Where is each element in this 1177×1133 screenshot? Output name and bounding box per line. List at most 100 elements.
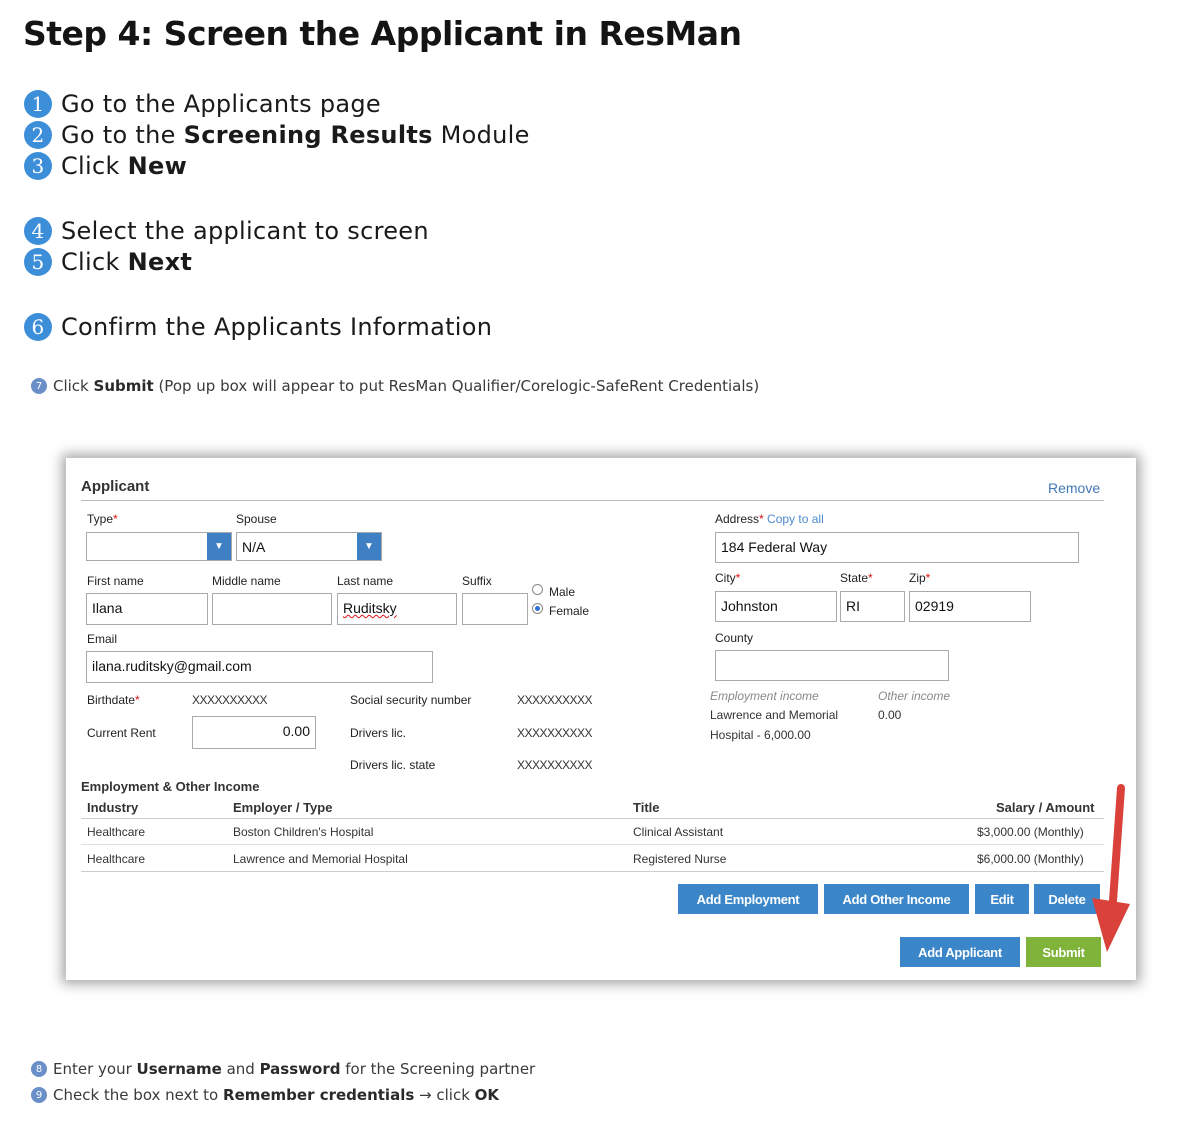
type-select[interactable]: ▼ — [86, 532, 232, 561]
male-label: Male — [549, 585, 576, 599]
step-number-badge: 3 — [24, 152, 52, 180]
add-applicant-button[interactable]: Add Applicant — [900, 937, 1020, 967]
spouse-label: Spouse — [236, 512, 277, 526]
table-cell: $6,000.00 (Monthly) — [977, 852, 1084, 866]
other-income-label: Other income — [878, 689, 951, 703]
state-field[interactable]: RI — [840, 591, 905, 622]
female-radio[interactable] — [532, 603, 543, 614]
step-7: 7 Click Submit (Pop up box will appear t… — [31, 377, 759, 395]
step-text: Go to the — [61, 121, 184, 149]
step-text: Click — [61, 152, 128, 180]
step-text-suffix: (Pop up box will appear to put ResMan Qu… — [153, 377, 760, 395]
county-label: County — [715, 631, 754, 645]
step-text: Select the applicant to screen — [61, 217, 429, 245]
step-text-mid: and — [221, 1060, 260, 1078]
current-rent-label: Current Rent — [87, 726, 156, 740]
drivers-lic-state-value: XXXXXXXXXX — [517, 758, 593, 772]
step-1: 1 Go to the Applicants page — [24, 90, 381, 118]
remove-link[interactable]: Remove — [1048, 480, 1100, 496]
birthdate-value: XXXXXXXXXX — [192, 693, 268, 707]
suffix-field[interactable] — [462, 593, 528, 625]
table-cell: Registered Nurse — [633, 852, 727, 866]
page-title: Step 4: Screen the Applicant in ResMan — [23, 14, 742, 53]
step-text: Click — [61, 248, 128, 276]
add-employment-button[interactable]: Add Employment — [678, 884, 818, 914]
step-text-suffix: Module — [432, 121, 530, 149]
employment-income-value: Lawrence and Memorial — [710, 708, 839, 722]
zip-field[interactable]: 02919 — [909, 591, 1031, 622]
male-radio[interactable] — [532, 584, 543, 595]
last-name-field[interactable]: Ruditsky — [337, 593, 457, 625]
table-cell: Healthcare — [87, 852, 146, 866]
column-header-industry: Industry — [87, 800, 139, 815]
employment-heading: Employment & Other Income — [81, 779, 260, 794]
step-number-badge: 1 — [24, 90, 52, 118]
middle-name-label: Middle name — [212, 574, 281, 588]
last-name-label: Last name — [337, 574, 394, 588]
step-9: 9 Check the box next to Remember credent… — [31, 1086, 499, 1104]
step-emphasis: New — [127, 152, 188, 180]
step-text-suffix: for the Screening partner — [340, 1060, 536, 1078]
chevron-down-icon: ▼ — [207, 533, 231, 560]
ssn-value: XXXXXXXXXX — [517, 693, 593, 707]
column-header-title: Title — [633, 800, 660, 815]
step-text: Click — [53, 377, 94, 395]
step-text: Enter your — [53, 1060, 137, 1078]
add-other-income-button[interactable]: Add Other Income — [824, 884, 969, 914]
step-emphasis: Submit — [93, 377, 154, 395]
step-2: 2 Go to the Screening Results Module — [24, 121, 530, 149]
spouse-select[interactable]: N/A ▼ — [236, 532, 382, 561]
step-number-badge: 2 — [24, 121, 52, 149]
female-label: Female — [549, 604, 590, 618]
address-field[interactable]: 184 Federal Way — [715, 532, 1079, 563]
drivers-lic-state-label: Drivers lic. state — [350, 758, 436, 772]
step-8: 8 Enter your Username and Password for t… — [31, 1060, 535, 1078]
divider — [81, 871, 1104, 872]
other-income-value: 0.00 — [878, 708, 902, 722]
step-number-badge: 6 — [24, 313, 52, 341]
first-name-label: First name — [87, 574, 144, 588]
applicant-form-screenshot: Applicant Remove Type* ▼ Spouse N/A ▼ Fi… — [66, 458, 1136, 980]
chevron-down-icon: ▼ — [357, 533, 381, 560]
birthdate-label: Birthdate* — [87, 693, 140, 707]
table-cell: Boston Children's Hospital — [233, 825, 374, 839]
suffix-label: Suffix — [462, 574, 492, 588]
state-label: State* — [840, 571, 873, 585]
step-number-badge: 7 — [31, 378, 47, 394]
table-cell: $3,000.00 (Monthly) — [977, 825, 1084, 839]
red-arrow-icon — [1092, 784, 1130, 952]
zip-label: Zip* — [909, 571, 931, 585]
address-label: Address* Copy to all — [715, 512, 824, 526]
type-label: Type* — [87, 512, 118, 526]
step-emphasis: Username — [136, 1060, 222, 1078]
table-cell: Lawrence and Memorial Hospital — [233, 852, 408, 866]
step-text: Go to the Applicants page — [61, 90, 381, 118]
copy-to-all-link[interactable]: Copy to all — [767, 512, 824, 526]
divider — [81, 500, 1104, 501]
ssn-label: Social security number — [350, 693, 472, 707]
middle-name-field[interactable] — [212, 593, 332, 625]
city-field[interactable]: Johnston — [715, 591, 837, 622]
city-label: City* — [715, 571, 741, 585]
step-number-badge: 4 — [24, 217, 52, 245]
email-field[interactable]: ilana.ruditsky@gmail.com — [86, 651, 433, 683]
step-emphasis-2: OK — [474, 1086, 500, 1104]
edit-button[interactable]: Edit — [975, 884, 1029, 914]
step-4: 4 Select the applicant to screen — [24, 217, 429, 245]
employment-income-value-line2: Hospital - 6,000.00 — [710, 728, 811, 742]
table-cell: Healthcare — [87, 825, 146, 839]
step-6: 6 Confirm the Applicants Information — [24, 313, 492, 341]
drivers-lic-value: XXXXXXXXXX — [517, 726, 593, 740]
step-text: Confirm the Applicants Information — [61, 313, 493, 341]
step-text: Check the box next to — [53, 1086, 224, 1104]
step-text-mid: → click — [414, 1086, 475, 1104]
county-field[interactable] — [715, 650, 949, 681]
table-cell: Clinical Assistant — [633, 825, 724, 839]
step-emphasis: Next — [127, 248, 193, 276]
step-number-badge: 9 — [31, 1087, 47, 1103]
step-5: 5 Click Next — [24, 248, 192, 276]
divider — [81, 844, 1104, 845]
column-header-employer: Employer / Type — [233, 800, 333, 815]
first-name-field[interactable]: Ilana — [86, 593, 208, 625]
current-rent-field[interactable]: 0.00 — [192, 716, 316, 749]
